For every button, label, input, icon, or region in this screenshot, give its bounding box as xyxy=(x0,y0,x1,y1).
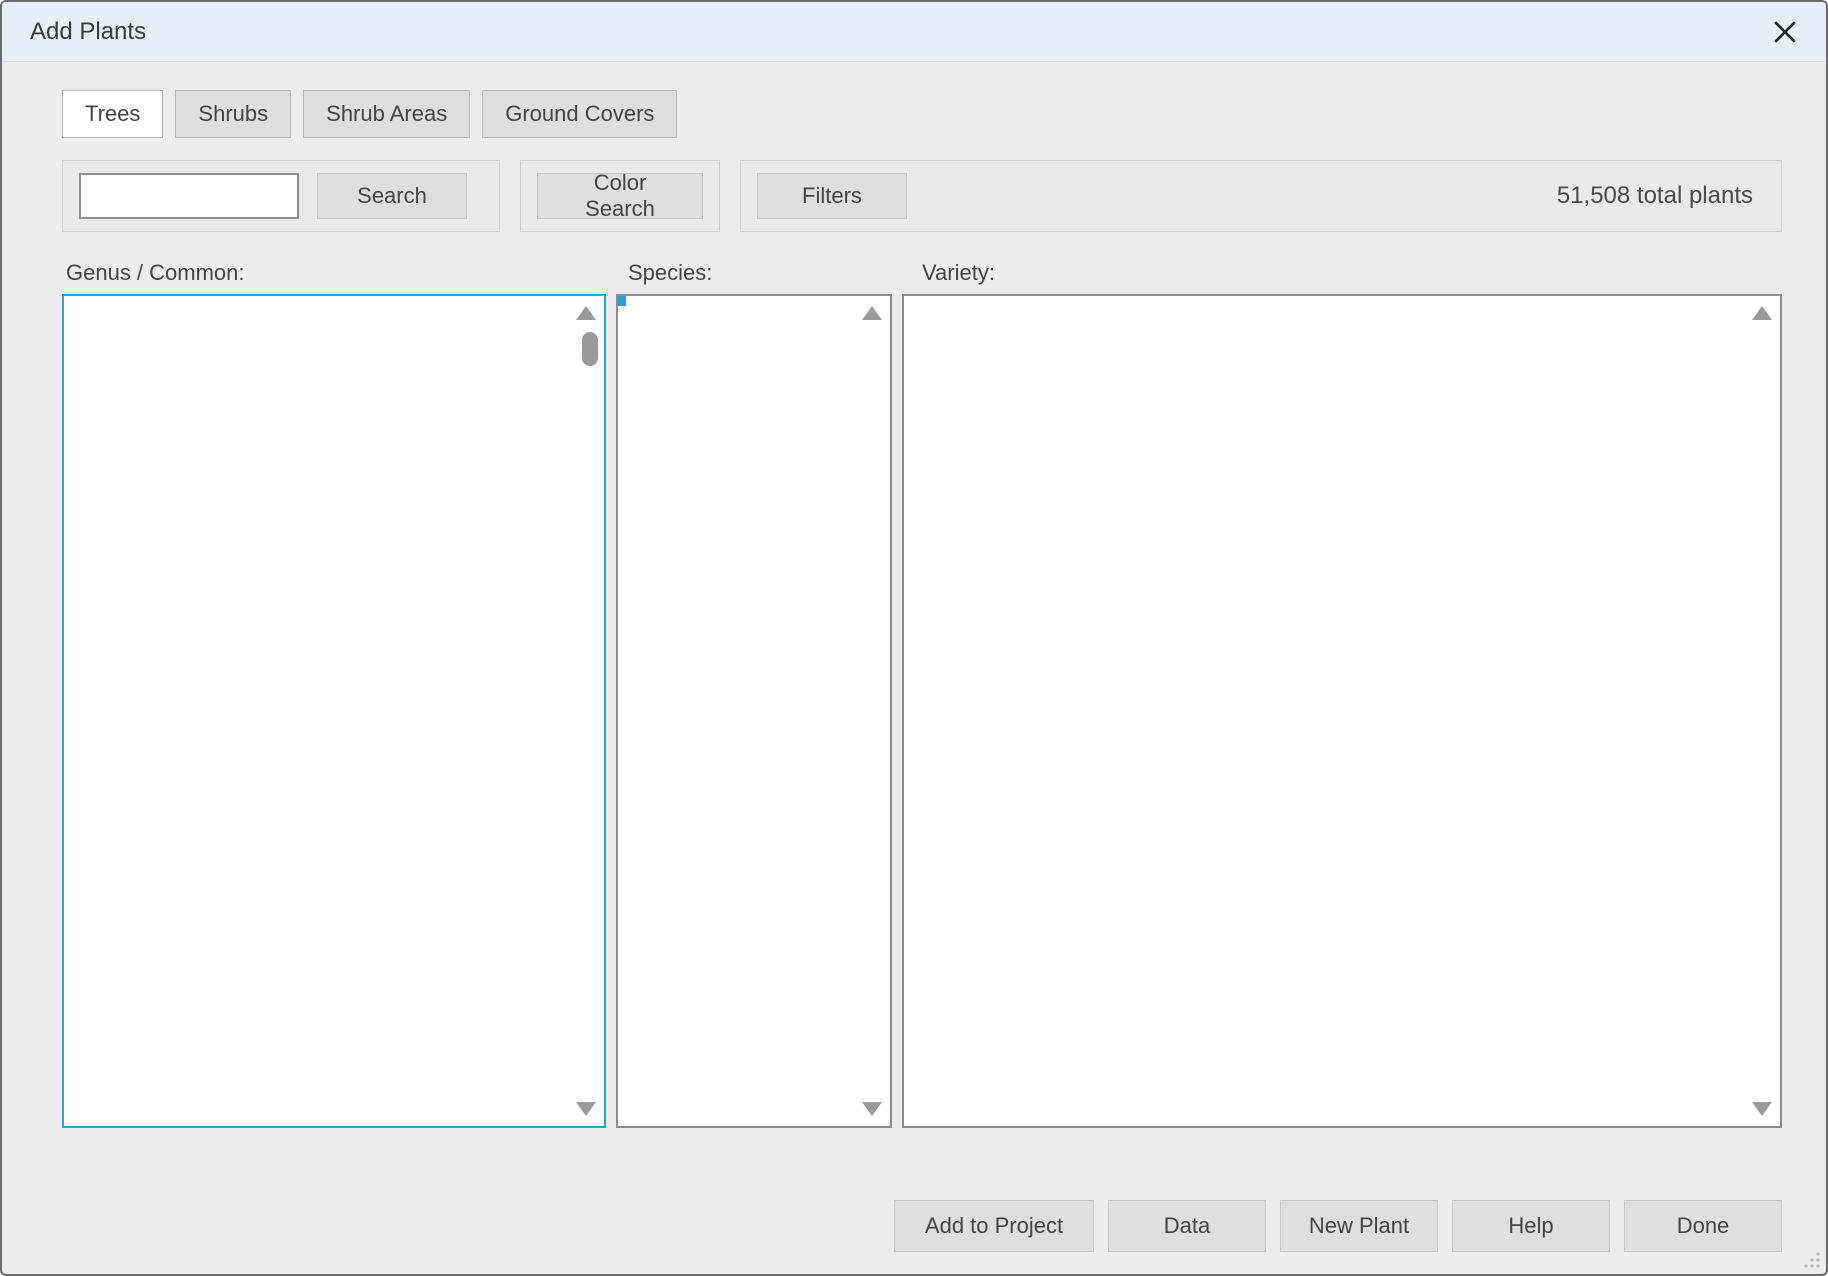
search-button[interactable]: Search xyxy=(317,173,467,219)
resize-grip[interactable] xyxy=(1800,1248,1822,1270)
help-button[interactable]: Help xyxy=(1452,1200,1610,1252)
scroll-up-icon[interactable] xyxy=(1752,306,1772,320)
species-listbox[interactable] xyxy=(616,294,892,1128)
scroll-up-icon[interactable] xyxy=(862,306,882,320)
content-area: Trees Shrubs Shrub Areas Ground Covers S… xyxy=(2,62,1826,1148)
window-title: Add Plants xyxy=(30,18,1768,46)
color-search-button[interactable]: Color Search xyxy=(537,173,703,219)
add-to-project-button[interactable]: Add to Project xyxy=(894,1200,1094,1252)
data-button[interactable]: Data xyxy=(1108,1200,1266,1252)
scroll-down-icon[interactable] xyxy=(576,1102,596,1116)
genus-listbox[interactable] xyxy=(62,294,606,1128)
footer-buttons: Add to Project Data New Plant Help Done xyxy=(894,1200,1782,1252)
new-plant-button[interactable]: New Plant xyxy=(1280,1200,1438,1252)
variety-listbox[interactable] xyxy=(902,294,1782,1128)
titlebar: Add Plants xyxy=(2,2,1826,62)
species-label: Species: xyxy=(628,260,904,286)
scroll-down-icon[interactable] xyxy=(862,1102,882,1116)
scroll-down-icon[interactable] xyxy=(1752,1102,1772,1116)
variety-label: Variety: xyxy=(922,260,1782,286)
scroll-up-icon[interactable] xyxy=(576,306,596,320)
genus-label: Genus / Common: xyxy=(66,260,610,286)
filters-panel: Filters 51,508 total plants xyxy=(740,160,1782,232)
search-panel: Search xyxy=(62,160,500,232)
scroll-thumb[interactable] xyxy=(582,332,598,366)
filters-button[interactable]: Filters xyxy=(757,173,907,219)
tab-trees[interactable]: Trees xyxy=(62,90,163,138)
close-button[interactable] xyxy=(1768,15,1802,49)
close-icon xyxy=(1772,19,1798,45)
list-labels: Genus / Common: Species: Variety: xyxy=(62,260,1782,286)
search-row: Search Color Search Filters 51,508 total… xyxy=(62,160,1782,232)
search-input[interactable] xyxy=(79,173,299,219)
tab-ground-covers[interactable]: Ground Covers xyxy=(482,90,677,138)
add-plants-window: Add Plants Trees Shrubs Shrub Areas Grou… xyxy=(0,0,1828,1276)
color-search-panel: Color Search xyxy=(520,160,720,232)
lists-row xyxy=(62,294,1782,1128)
done-button[interactable]: Done xyxy=(1624,1200,1782,1252)
category-tabs: Trees Shrubs Shrub Areas Ground Covers xyxy=(62,90,1782,138)
total-plants-text: 51,508 total plants xyxy=(1557,182,1753,210)
tab-shrub-areas[interactable]: Shrub Areas xyxy=(303,90,470,138)
tab-shrubs[interactable]: Shrubs xyxy=(175,90,291,138)
resize-grip-icon xyxy=(1800,1248,1822,1270)
